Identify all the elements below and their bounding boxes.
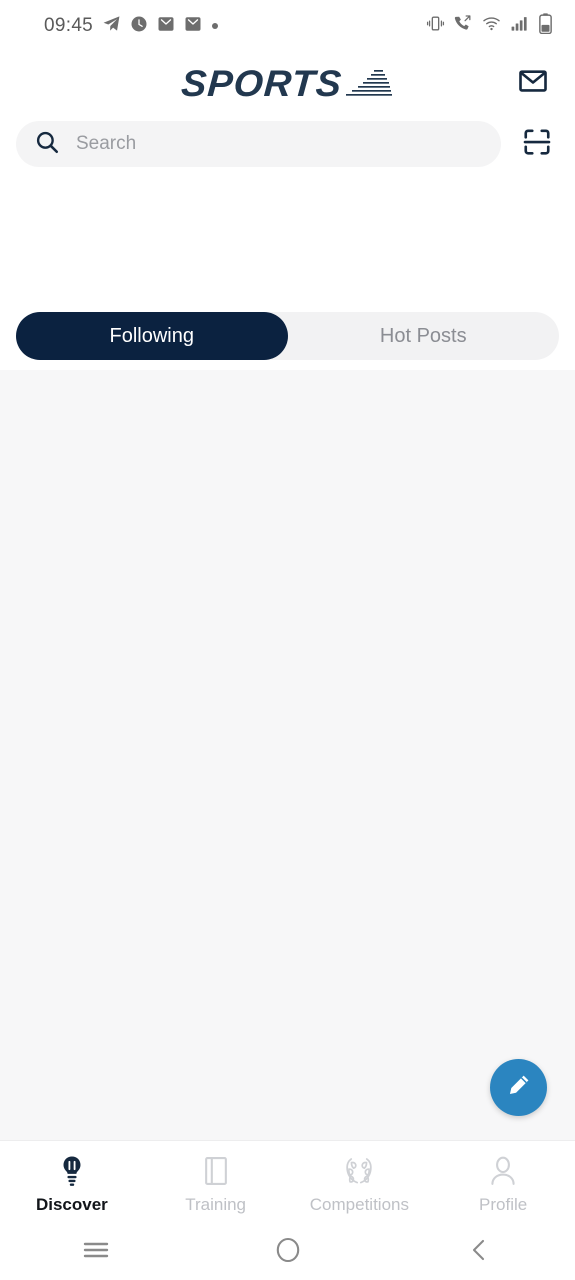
book-icon [201, 1154, 231, 1188]
search-row [0, 114, 575, 174]
mail-button[interactable] [513, 63, 553, 103]
laurel-wreath-icon [342, 1154, 376, 1188]
app-logo-text: SPORTS [179, 62, 344, 104]
compose-post-button[interactable] [490, 1059, 547, 1116]
vibrate-icon [426, 14, 445, 38]
app-header: SPORTS [0, 52, 575, 114]
circle-icon [274, 1236, 302, 1269]
segmented-control: Following Hot Posts [16, 312, 559, 360]
header-spacer [0, 174, 575, 302]
dot-icon [211, 17, 219, 35]
signal-icon [510, 14, 529, 38]
chevron-left-icon [465, 1236, 493, 1269]
recents-button[interactable] [0, 1237, 192, 1268]
tabs-row: Following Hot Posts [0, 302, 575, 370]
tab-hot-posts-label: Hot Posts [379, 324, 467, 347]
wifi-icon [482, 14, 501, 38]
person-icon [488, 1154, 518, 1188]
app-logo: SPORTS [179, 62, 393, 104]
missed-call-icon [454, 14, 473, 38]
tab-hot-posts[interactable]: Hot Posts [288, 312, 560, 360]
back-button[interactable] [383, 1236, 575, 1269]
nav-item-profile[interactable]: Profile [431, 1141, 575, 1224]
tab-following-label: Following [109, 324, 194, 347]
nav-label-profile: Profile [479, 1195, 528, 1214]
nav-label-training: Training [185, 1195, 247, 1214]
nav-item-competitions[interactable]: Competitions [288, 1141, 432, 1224]
status-time: 09:45 [44, 15, 94, 36]
scan-qr-icon [522, 127, 552, 162]
mail-notification-icon [157, 15, 175, 38]
lightbulb-icon [57, 1154, 87, 1188]
tab-following[interactable]: Following [16, 312, 288, 360]
nav-label-competitions: Competitions [309, 1195, 409, 1214]
search-input[interactable] [76, 121, 483, 167]
nav-label-discover: Discover [35, 1195, 108, 1214]
status-bar-left: 09:45 [44, 14, 219, 38]
home-button[interactable] [192, 1236, 384, 1269]
clock-icon [130, 15, 148, 38]
phone-screen: 09:45 SPORTS Search Following Hot Posts … [0, 0, 575, 1280]
pencil-icon [505, 1072, 532, 1104]
status-bar-right [426, 13, 553, 39]
bottom-navigation: Discover Training Competitions Profile [0, 1140, 575, 1224]
telegram-icon [102, 14, 121, 38]
envelope-icon [518, 66, 548, 101]
nav-item-training[interactable]: Training [144, 1141, 288, 1224]
scan-button[interactable] [515, 122, 559, 166]
feed-list[interactable] [0, 370, 575, 1140]
battery-icon [538, 13, 553, 39]
android-system-nav [0, 1224, 575, 1280]
status-bar: 09:45 [0, 0, 575, 52]
menu-icon [80, 1237, 112, 1268]
search-box[interactable] [16, 121, 501, 167]
search-icon [34, 129, 60, 160]
nav-item-discover[interactable]: Discover [0, 1141, 144, 1224]
speed-lines-icon [346, 68, 393, 103]
mail-notification-icon [184, 15, 202, 38]
